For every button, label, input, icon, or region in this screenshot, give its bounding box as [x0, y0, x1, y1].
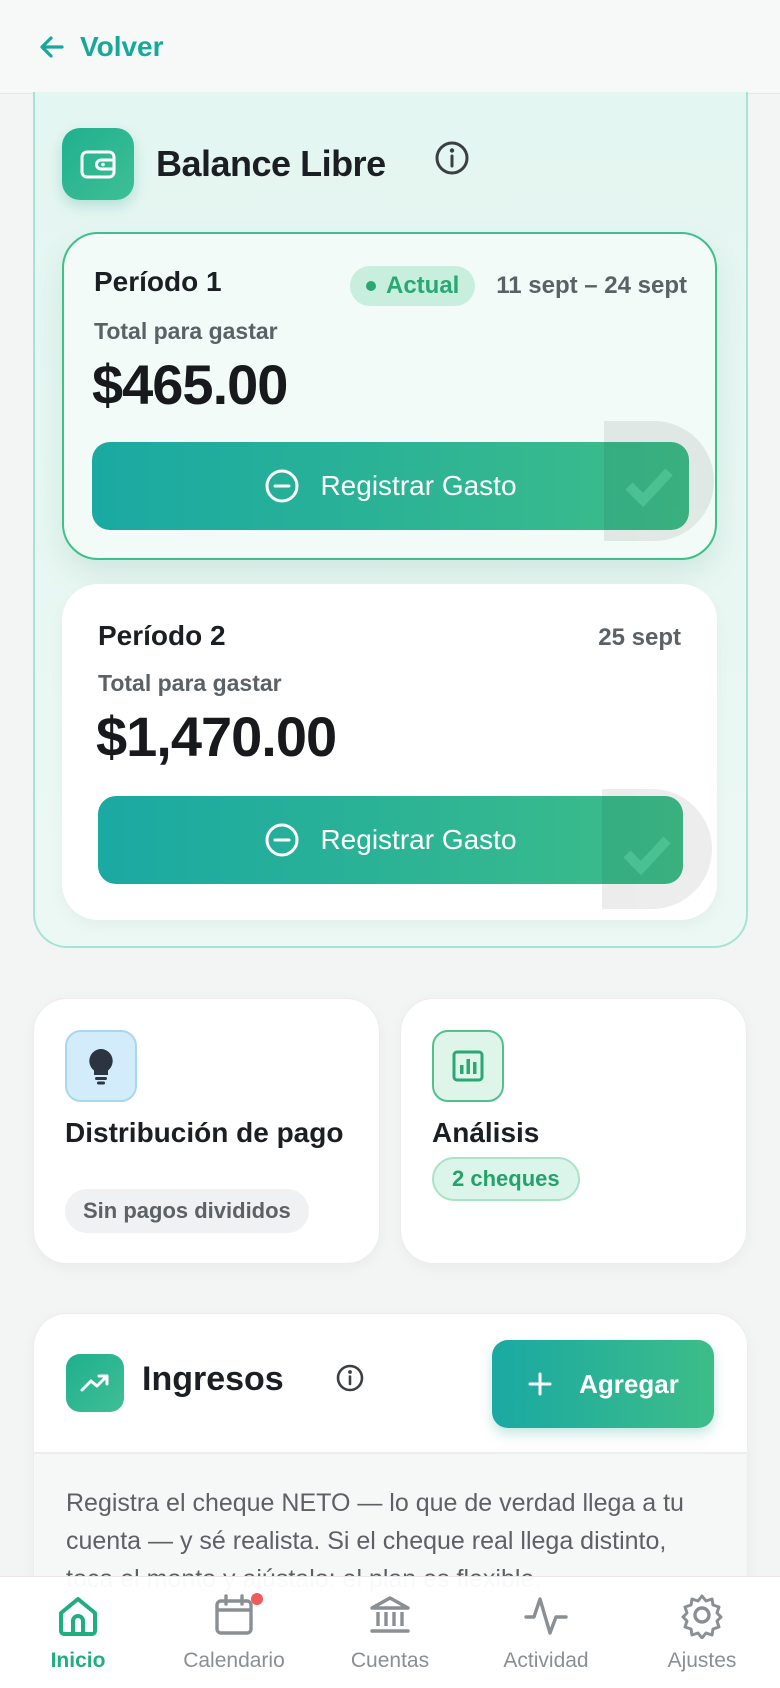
current-badge: Actual — [350, 266, 476, 306]
arrow-left-icon — [40, 35, 64, 58]
watermark-logo — [604, 421, 714, 541]
register-expense-label: Registrar Gasto — [320, 470, 517, 501]
chart-icon — [432, 1030, 504, 1102]
trending-up-icon — [66, 1354, 124, 1412]
period-name: Período 1 — [94, 266, 222, 297]
top-bar: Volver — [0, 0, 780, 94]
nav-item-cuentas[interactable]: Cuentas — [315, 1591, 465, 1673]
period-dates: 25 sept — [598, 624, 681, 651]
income-title: Ingresos — [142, 1360, 284, 1398]
back-label: Volver — [80, 30, 164, 62]
period-card-2: Período 2 25 sept Total para gastar $1,4… — [62, 584, 717, 920]
status-chip: Sin pagos divididos — [65, 1189, 309, 1233]
bottom-nav: Inicio Calendario Cuentas Actividad Ajus… — [0, 1576, 780, 1688]
register-expense-label: Registrar Gasto — [320, 824, 517, 855]
nav-label: Calendario — [183, 1649, 285, 1672]
period-card-1: Período 1 Actual 11 sept – 24 sept Total… — [62, 232, 717, 560]
plus-icon — [528, 1372, 552, 1396]
total-label: Total para gastar — [94, 318, 278, 344]
nav-label: Ajustes — [667, 1649, 737, 1672]
current-badge-label: Actual — [386, 272, 460, 299]
nav-label: Inicio — [50, 1649, 106, 1672]
info-icon[interactable] — [334, 1362, 366, 1394]
nav-label: Cuentas — [350, 1649, 430, 1672]
home-icon — [59, 1597, 97, 1636]
bank-icon — [370, 1596, 410, 1633]
payment-distribution-tile[interactable]: Distribución de pago Sin pagos divididos — [33, 998, 380, 1264]
back-button[interactable]: Volver — [38, 31, 164, 63]
watermark-logo — [602, 789, 712, 909]
minus-circle-icon — [265, 823, 299, 857]
analysis-tile[interactable]: Análisis 2 cheques — [400, 998, 747, 1264]
period-dates: 11 sept – 24 sept — [496, 272, 687, 299]
minus-circle-icon — [265, 469, 299, 503]
count-chip: 2 cheques — [432, 1157, 580, 1201]
balance-header: Balance Libre — [62, 128, 386, 200]
wallet-icon — [62, 128, 134, 200]
activity-icon — [524, 1597, 568, 1635]
balance-title: Balance Libre — [156, 143, 386, 184]
nav-item-actividad[interactable]: Actividad — [471, 1591, 621, 1673]
lightbulb-icon — [65, 1030, 137, 1102]
add-income-button[interactable]: Agregar — [492, 1340, 714, 1428]
notification-dot — [251, 1593, 263, 1605]
add-income-label: Agregar — [579, 1368, 679, 1399]
tile-title: Análisis — [432, 1117, 540, 1148]
status-dot — [366, 281, 376, 291]
nav-item-inicio[interactable]: Inicio — [3, 1591, 153, 1673]
period-name: Período 2 — [98, 620, 226, 651]
period-amount: $1,470.00 — [96, 705, 337, 768]
info-icon[interactable] — [432, 138, 472, 178]
nav-item-calendario[interactable]: Calendario — [159, 1591, 309, 1673]
tile-title: Distribución de pago — [65, 1117, 344, 1148]
total-label: Total para gastar — [98, 670, 282, 696]
gear-icon — [681, 1594, 723, 1639]
nav-label: Actividad — [503, 1649, 589, 1672]
nav-item-ajustes[interactable]: Ajustes — [627, 1591, 777, 1673]
period-amount: $465.00 — [92, 353, 288, 416]
